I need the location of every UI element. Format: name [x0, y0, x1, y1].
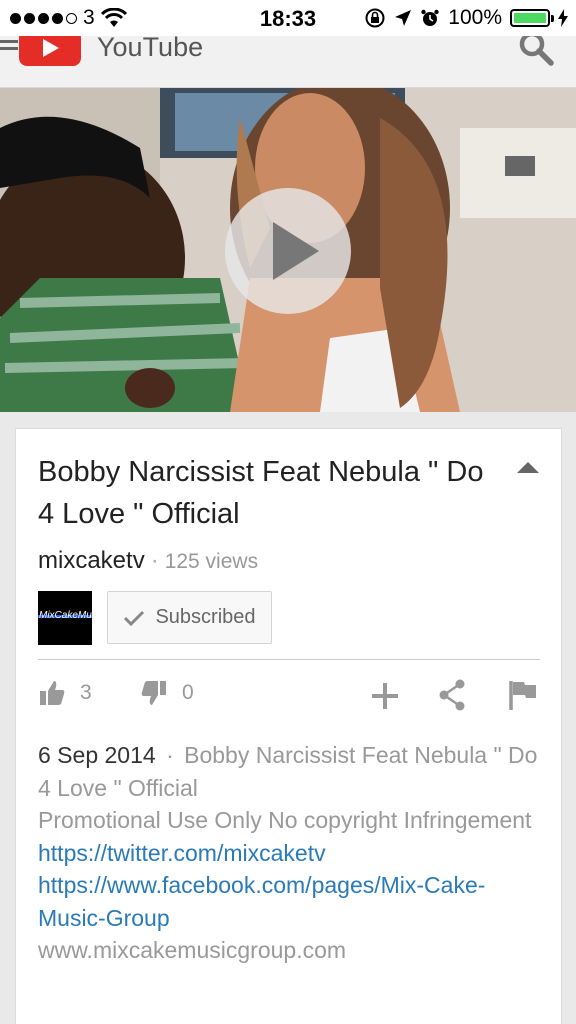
alarm-icon [421, 9, 439, 26]
desc-text-note: Promotional Use Only No copyright Infrin… [38, 807, 532, 833]
thumbs-down-icon [141, 681, 166, 705]
upload-date: 6 Sep 2014 [38, 742, 156, 768]
separator-dot: · [150, 547, 159, 574]
add-to-playlist-icon[interactable] [370, 681, 400, 711]
play-button[interactable] [225, 188, 351, 314]
status-right: 100% [364, 6, 568, 30]
like-button[interactable]: 3 [38, 679, 92, 707]
checkmark-icon [124, 610, 145, 626]
channel-name[interactable]: mixcaketv [38, 547, 145, 574]
share-icon[interactable] [438, 679, 466, 711]
search-icon[interactable] [518, 36, 554, 66]
divider [38, 659, 540, 660]
battery-percent: 100% [448, 6, 502, 29]
video-details-card: Bobby Narcissist Feat Nebula " Do 4 Love… [15, 428, 562, 1024]
avatar-logo-text: MixCakeMusic [39, 610, 92, 621]
collapse-arrow-icon[interactable] [517, 461, 539, 475]
charging-bolt-icon [558, 9, 568, 27]
video-description: 6 Sep 2014 · Bobby Narcissist Feat Nebul… [38, 739, 543, 967]
thumbs-up-icon [40, 681, 65, 705]
dislike-count: 0 [182, 681, 194, 704]
flag-icon[interactable] [508, 679, 538, 711]
youtube-logo-icon[interactable] [19, 36, 81, 66]
video-title: Bobby Narcissist Feat Nebula " Do 4 Love… [38, 456, 484, 530]
status-bar: 3 18:33 100% [0, 0, 576, 36]
menu-icon[interactable] [0, 40, 18, 58]
video-player[interactable] [0, 88, 576, 412]
app-title: YouTube [97, 36, 204, 62]
view-count: 125 views [164, 550, 259, 573]
rotation-lock-icon [365, 8, 385, 28]
twitter-link[interactable]: https://twitter.com/mixcaketv [38, 837, 543, 870]
desc-separator: · [166, 742, 174, 768]
channel-avatar[interactable]: MixCakeMusic [38, 591, 92, 645]
dislike-button[interactable]: 0 [140, 679, 194, 707]
subscribe-button[interactable]: Subscribed [107, 591, 272, 644]
app-header: YouTube [0, 36, 576, 88]
like-count: 3 [80, 681, 92, 704]
subscribe-label: Subscribed [155, 606, 256, 628]
facebook-link[interactable]: https://www.facebook.com/pages/Mix-Cake-… [38, 869, 543, 934]
location-arrow-icon [395, 10, 412, 26]
channel-line: mixcaketv · 125 views [38, 547, 258, 575]
action-bar: 3 0 [38, 679, 540, 719]
battery-icon [510, 9, 554, 27]
website-text: www.mixcakemusicgroup.com [38, 937, 347, 963]
